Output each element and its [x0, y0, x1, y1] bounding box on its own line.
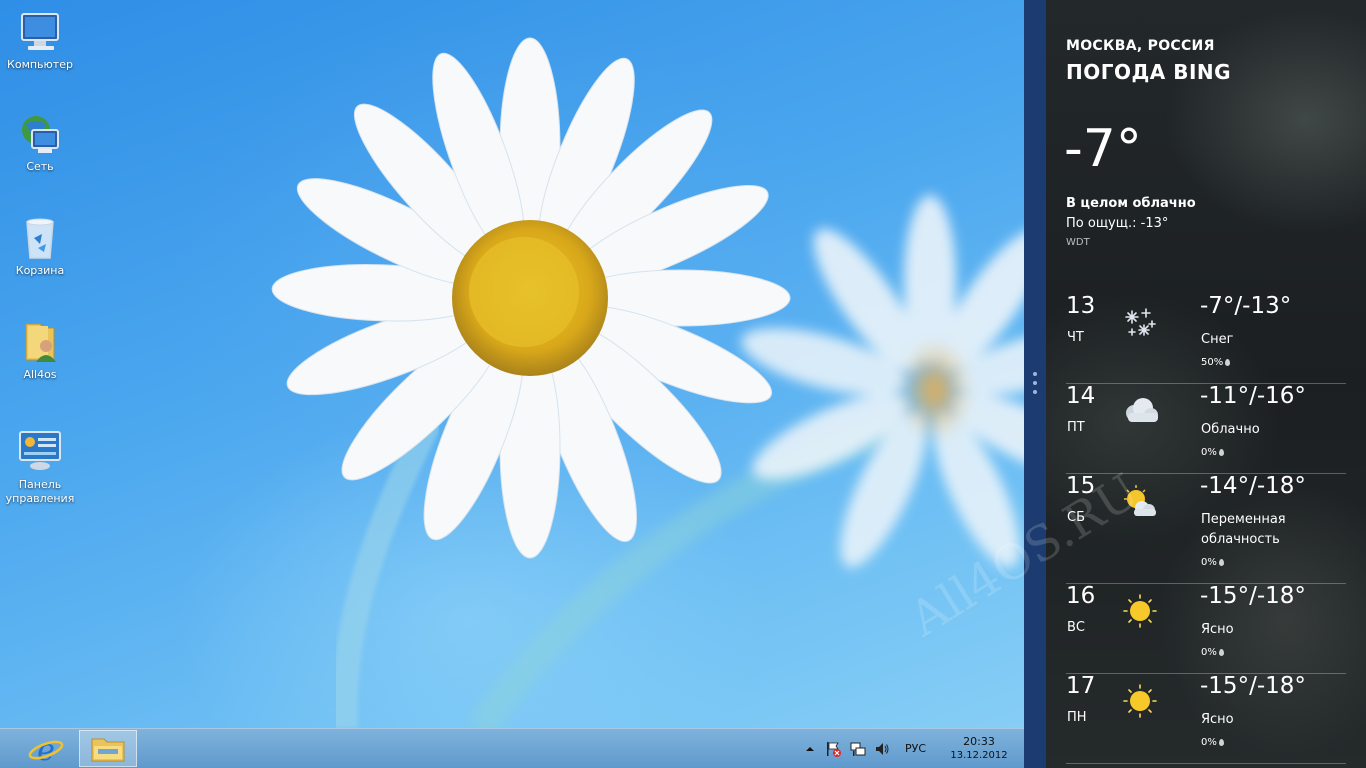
forecast-condition: Снег: [1201, 332, 1234, 347]
raindrop-icon: [1218, 558, 1224, 566]
precip-value: 0%: [1201, 737, 1217, 748]
snap-divider[interactable]: [1024, 0, 1046, 768]
feels-like: По ощущ.: -13°: [1066, 216, 1169, 231]
tray-expand-arrow-icon[interactable]: [802, 741, 818, 757]
forecast-condition: Ясно: [1201, 622, 1234, 637]
forecast-day-of-week: ЧТ: [1067, 330, 1084, 345]
weather-app-title: ПОГОДА BING: [1066, 60, 1232, 84]
control-panel-icon: [19, 431, 61, 470]
user-folder-icon: [25, 323, 56, 362]
forecast-temps: -14°/-18°: [1200, 473, 1306, 499]
forecast-day-number: 13: [1066, 293, 1096, 319]
forecast-row[interactable]: 13 ЧТ -7°/-13° Снег 50%: [1066, 293, 1346, 384]
divider-grip-dot: [1033, 381, 1037, 385]
divider-grip-dot: [1033, 372, 1037, 376]
desktop-icon-label: Компьютер: [7, 58, 73, 71]
forecast-condition: Ясно: [1201, 712, 1234, 727]
forecast-precipitation: 0%: [1201, 647, 1224, 658]
forecast-temps: -11°/-16°: [1200, 383, 1306, 409]
forecast-day-of-week: ПН: [1067, 710, 1087, 725]
network-globe-icon: [22, 116, 59, 153]
desktop-icon-label: All4os: [23, 368, 57, 381]
forecast-precipitation: 0%: [1201, 557, 1224, 568]
raindrop-icon: [1218, 738, 1224, 746]
forecast-temps: -15°/-18°: [1200, 583, 1306, 609]
taskbar-ie-button[interactable]: e: [17, 730, 75, 768]
desktop-icon-recycle-bin[interactable]: Корзина: [0, 214, 80, 278]
precip-value: 0%: [1201, 647, 1217, 658]
forecast-precipitation: 0%: [1201, 737, 1224, 748]
action-center-flag-icon[interactable]: [825, 741, 841, 757]
desktop-icon-label: Корзина: [15, 264, 65, 277]
desktop: Компьютер Сеть Корзина All4os Панель упр…: [0, 0, 1024, 768]
svg-text:e: e: [37, 733, 55, 767]
internet-explorer-icon: e: [28, 733, 64, 768]
forecast-precipitation: 0%: [1201, 447, 1224, 458]
forecast-precipitation: 50%: [1201, 357, 1231, 368]
desktop-icon-control-panel[interactable]: Панель управления: [0, 428, 80, 506]
input-language-indicator[interactable]: РУС: [905, 742, 926, 755]
taskbar: e РУС 20:33 13.12.2012: [0, 728, 1024, 768]
volume-icon[interactable]: [874, 741, 890, 757]
forecast-day-of-week: ВС: [1067, 620, 1085, 635]
snow-icon: [1125, 308, 1156, 336]
forecast-row[interactable]: 16 ВС -15°/-18° Ясно 0%: [1066, 583, 1346, 674]
raindrop-icon: [1218, 648, 1224, 656]
clock-date: 13.12.2012: [950, 750, 1008, 761]
current-temperature: -7°: [1064, 119, 1142, 179]
forecast-day-number: 16: [1066, 583, 1096, 609]
precip-value: 50%: [1201, 357, 1224, 368]
clock-time: 20:33: [963, 735, 995, 748]
forecast-day-number: 14: [1066, 383, 1096, 409]
forecast-condition: Переменная облачность: [1201, 512, 1286, 547]
desktop-icon-computer[interactable]: Компьютер: [0, 8, 80, 72]
network-status-icon[interactable]: [850, 741, 866, 757]
desktop-icon-label: Панель управления: [5, 478, 75, 505]
forecast-condition: Облачно: [1201, 422, 1260, 437]
raindrop-icon: [1218, 448, 1224, 456]
forecast-day-number: 17: [1066, 673, 1096, 699]
forecast-day-of-week: ПТ: [1067, 420, 1085, 435]
recycle-bin-icon: [26, 218, 54, 259]
forecast-row[interactable]: 17 ПН -15°/-18° Ясно 0%: [1066, 673, 1346, 764]
wallpaper-daisy: [271, 37, 1024, 728]
bing-weather-panel: МОСКВА, РОССИЯ ПОГОДА BING -7° В целом о…: [1046, 0, 1366, 768]
forecast-row[interactable]: 14 ПТ -11°/-16° Облачно 0%: [1066, 383, 1346, 474]
divider-grip-dot: [1033, 390, 1037, 394]
forecast-temps: -7°/-13°: [1200, 293, 1292, 319]
desktop-icon-label: Сеть: [26, 160, 54, 173]
file-explorer-icon: [91, 738, 125, 762]
weather-location[interactable]: МОСКВА, РОССИЯ: [1066, 38, 1215, 54]
data-source: WDT: [1066, 237, 1090, 248]
precip-value: 0%: [1201, 447, 1217, 458]
taskbar-clock[interactable]: 20:33 13.12.2012: [943, 735, 1015, 763]
desktop-icon-network[interactable]: Сеть: [0, 110, 80, 174]
cloudy-icon: [1126, 398, 1158, 422]
sunny-icon: [1123, 594, 1157, 628]
current-condition: В целом облачно: [1066, 196, 1196, 211]
sunny-icon: [1123, 684, 1157, 718]
taskbar-file-explorer-button[interactable]: [79, 730, 137, 767]
precip-value: 0%: [1201, 557, 1217, 568]
forecast-temps: -15°/-18°: [1200, 673, 1306, 699]
raindrop-icon: [1225, 358, 1231, 366]
computer-icon: [21, 13, 59, 50]
desktop-icon-all4os[interactable]: All4os: [0, 318, 80, 382]
